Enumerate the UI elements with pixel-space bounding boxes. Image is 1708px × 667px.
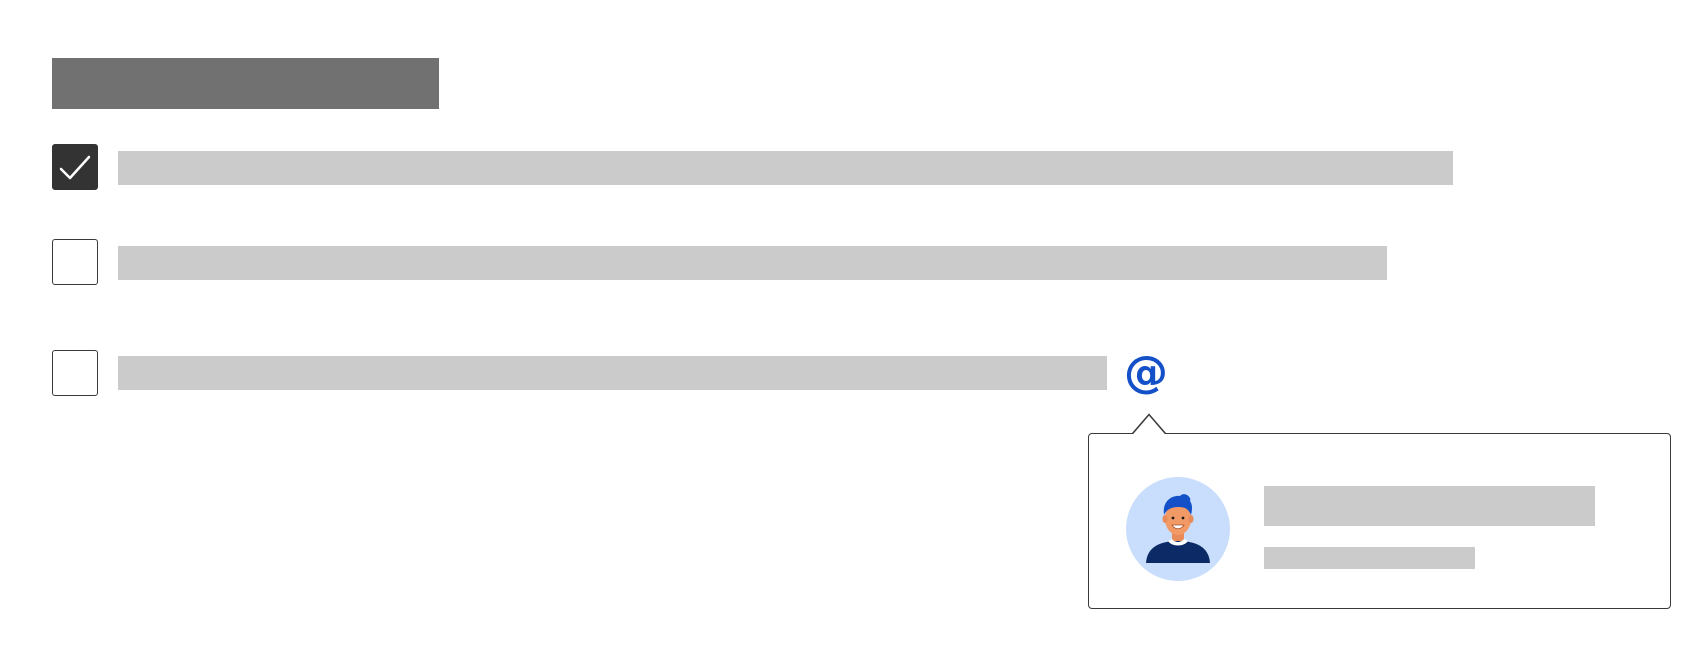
task-checkbox-3[interactable] xyxy=(52,350,98,396)
popover-caret xyxy=(1132,413,1166,435)
user-avatar[interactable] xyxy=(1126,477,1230,581)
mention-user-name xyxy=(1264,486,1595,526)
task-checkbox-1[interactable] xyxy=(52,144,98,190)
checkmark-icon xyxy=(59,155,91,180)
mention-at-icon[interactable]: @ xyxy=(1124,345,1168,401)
task-label-1 xyxy=(118,151,1453,185)
mention-user-detail xyxy=(1264,547,1475,569)
person-avatar-icon xyxy=(1146,494,1210,563)
task-label-3 xyxy=(118,356,1107,390)
task-label-2 xyxy=(118,246,1387,280)
task-checkbox-2[interactable] xyxy=(52,239,98,285)
page-title xyxy=(52,58,439,109)
